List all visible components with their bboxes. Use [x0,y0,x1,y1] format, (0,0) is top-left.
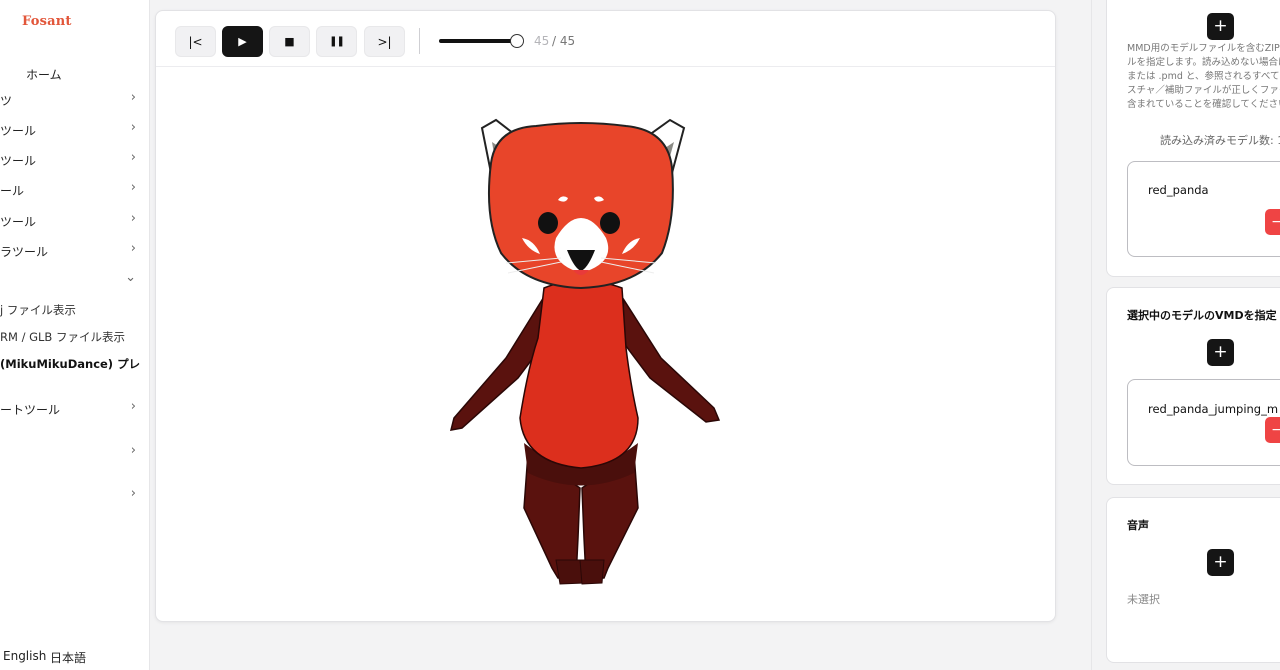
loaded-model-count: 読み込み済みモデル数: 1 [1160,134,1280,147]
sidebar-item-category-expanded[interactable]: ⌄ [0,268,149,292]
frame-slider-thumb[interactable] [510,34,524,48]
sidebar-item-label: ートツール [0,403,61,417]
sidebar-item-category[interactable]: ートツール › [0,397,149,421]
sidebar-item-label: ツール [0,154,37,168]
mmd-player-card: |< ▶ ■ ❚❚ >| 45 / 45 [155,10,1056,622]
plus-icon: + [1213,16,1228,36]
red-panda-model [449,118,721,585]
sidebar-item-category[interactable]: ツール › [0,118,149,142]
toolbar-divider [419,28,420,54]
plus-icon: + [1213,342,1228,362]
sidebar-subitem-label: RM / GLB ファイル表示 [0,330,125,344]
logo[interactable]: Fosant [22,14,72,29]
vmd-card-title: 選択中のモデルのVMDを指定 [1127,309,1277,322]
language-japanese-link[interactable]: 日本語 [50,649,86,666]
sidebar-item-label: ホーム [26,68,62,82]
first-frame-button[interactable]: |< [175,26,216,57]
total-frames: / 45 [552,34,576,48]
minus-icon: − [1271,214,1280,230]
chevron-right-icon: › [130,120,136,135]
sidebar: Fosant ホーム ツ › ツール › ツール › ール › ツール › ラツ… [0,0,150,670]
sidebar-item-home[interactable]: ホーム [0,62,149,86]
sidebar-item-category[interactable]: ラツール › [0,239,149,263]
model-name: red_panda [1148,183,1209,197]
vmd-name: red_panda_jumping_m [1148,402,1279,416]
sidebar-subitem-label: j ファイル表示 [0,303,76,317]
add-vmd-button[interactable]: + [1207,339,1234,366]
sidebar-subitem-active[interactable]: (MikuMikuDance) プレ [0,352,149,376]
add-model-button[interactable]: + [1207,13,1234,40]
audio-card-title: 音声 [1127,519,1149,532]
pause-icon: ❚❚ [329,36,345,47]
model-list-item[interactable]: red_panda − [1127,161,1280,257]
add-audio-button[interactable]: + [1207,549,1234,576]
sidebar-item-category[interactable]: ツ › [0,88,149,112]
current-frame: 45 [534,34,550,48]
audio-status: 未選択 [1127,593,1160,606]
model-upload-card: + MMD用のモデルファイルを含むZIP ルを指定します。読み込めない場合は ま… [1106,0,1280,277]
stop-button[interactable]: ■ [269,26,310,57]
sidebar-item-category[interactable]: ツール › [0,148,149,172]
chevron-right-icon: › [130,443,136,458]
language-english-link[interactable]: English [3,649,46,663]
sidebar-subitem[interactable]: RM / GLB ファイル表示 [0,325,149,349]
chevron-right-icon: › [130,399,136,414]
last-frame-button[interactable]: >| [364,26,405,57]
sidebar-subitem[interactable]: j ファイル表示 [0,298,149,322]
audio-upload-card: 音声 + 未選択 [1106,497,1280,663]
sidebar-item-category[interactable]: ツール › [0,209,149,233]
minus-icon: − [1271,422,1280,438]
plus-icon: + [1213,552,1228,572]
play-icon: ▶ [238,35,247,48]
sidebar-item-label: ラツール [0,245,49,259]
sidebar-item-category[interactable]: › [0,484,149,508]
skip-to-end-icon: >| [377,34,392,49]
remove-vmd-button[interactable]: − [1265,417,1280,443]
chevron-right-icon: › [130,90,136,105]
vmd-upload-card: 選択中のモデルのVMDを指定 + red_panda_jumping_m − [1106,287,1280,485]
play-button[interactable]: ▶ [222,26,263,57]
sidebar-item-label: ール [0,184,25,198]
remove-model-button[interactable]: − [1265,209,1280,235]
sidebar-subitem-label: (MikuMikuDance) プレ [0,357,141,371]
sidebar-item-label: ツール [0,124,37,138]
sidebar-item-label: ツール [0,215,37,229]
stop-icon: ■ [284,35,295,48]
chevron-right-icon: › [130,211,136,226]
player-toolbar: |< ▶ ■ ❚❚ >| 45 / 45 [156,11,1055,67]
sidebar-item-category[interactable]: ール › [0,178,149,202]
right-panel: + MMD用のモデルファイルを含むZIP ルを指定します。読み込めない場合は ま… [1091,0,1280,670]
vmd-list-item[interactable]: red_panda_jumping_m − [1127,379,1280,466]
chevron-down-icon: ⌄ [125,270,136,285]
pause-button[interactable]: ❚❚ [316,26,357,57]
chevron-right-icon: › [130,241,136,256]
chevron-right-icon: › [130,180,136,195]
sidebar-item-category[interactable]: › [0,441,149,465]
sidebar-item-label: ツ [0,94,13,108]
chevron-right-icon: › [130,150,136,165]
chevron-right-icon: › [130,486,136,501]
model-help-text: MMD用のモデルファイルを含むZIP ルを指定します。読み込めない場合は または… [1127,43,1280,110]
3d-viewport[interactable] [156,68,1055,621]
skip-to-start-icon: |< [188,34,203,49]
frame-slider-track[interactable] [439,39,517,43]
